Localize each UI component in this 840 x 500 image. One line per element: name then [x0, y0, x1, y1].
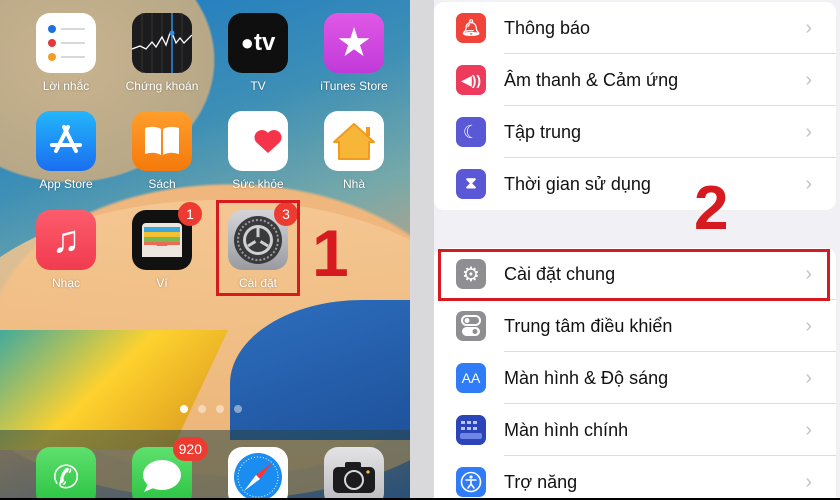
wallet-icon: 1 — [132, 202, 202, 270]
chevron-right-icon: › — [805, 366, 812, 389]
settings-row-notifications[interactable]: 🔔︎ Thông báo › — [434, 2, 836, 54]
toggles-icon — [456, 311, 486, 341]
dock-app-camera[interactable] — [318, 447, 390, 498]
settings-group-notifications: 🔔︎ Thông báo › ◀)) Âm thanh & Cảm ứng › … — [434, 2, 836, 210]
messages-icon: 920 — [132, 437, 208, 498]
settings-row-accessibility[interactable]: Trợ năng › — [434, 456, 836, 500]
row-label: Thông báo — [504, 17, 591, 38]
app-label: iTunes Store — [320, 79, 388, 93]
app-label: Lời nhắc — [42, 79, 90, 93]
app-label: Sách — [148, 177, 176, 191]
app-home[interactable]: Nhà — [318, 111, 390, 191]
sound-icon: ◀)) — [456, 65, 486, 95]
app-health[interactable]: Sức khỏe — [222, 111, 294, 191]
apple-tv-icon: ● tv — [228, 13, 288, 73]
highlight-box-general-settings — [438, 249, 830, 301]
row-label: Màn hình & Độ sáng — [504, 367, 669, 388]
divider — [410, 0, 434, 498]
chevron-right-icon: › — [805, 120, 812, 143]
row-label: Trung tâm điều khiển — [504, 315, 673, 336]
row-label: Tập trung — [504, 121, 582, 142]
home-screen: Lời nhắc Chứng khoán ● tv TV ★ iTunes Sto… — [0, 0, 410, 498]
accessibility-icon — [456, 467, 486, 497]
app-label: Sức khỏe — [232, 177, 284, 191]
chevron-right-icon: › — [805, 418, 812, 441]
app-label: Nhạc — [51, 276, 80, 290]
settings-row-control-center[interactable]: Trung tâm điều khiển › — [434, 300, 836, 352]
app-books[interactable]: Sách — [126, 111, 198, 191]
settings-row-focus[interactable]: ☾ Tập trung › — [434, 106, 836, 158]
app-label: Nhà — [342, 177, 365, 191]
app-wallet[interactable]: 1 Ví — [126, 202, 202, 290]
health-icon — [228, 111, 288, 171]
app-label: Chứng khoán — [125, 79, 199, 93]
reminders-icon — [36, 13, 96, 73]
books-icon — [132, 111, 192, 171]
app-store-icon — [36, 111, 96, 171]
settings-row-screen-time[interactable]: ⧗ Thời gian sử dụng › — [434, 158, 836, 210]
page-dot[interactable] — [216, 405, 224, 413]
app-itunes-store[interactable]: ★ iTunes Store — [318, 13, 390, 93]
text-size-icon: AA — [456, 363, 486, 393]
apple-logo-icon: ● — [240, 30, 254, 55]
settings-row-home-screen[interactable]: Màn hình chính › — [434, 404, 836, 456]
page-dot[interactable] — [234, 405, 242, 413]
row-label: Trợ năng — [504, 471, 578, 492]
app-label: App Store — [39, 177, 93, 191]
page-indicator[interactable] — [180, 405, 242, 413]
app-tv[interactable]: ● tv TV — [222, 13, 294, 93]
safari-icon — [228, 447, 288, 498]
app-label: TV — [250, 79, 266, 93]
highlight-box-settings-app — [216, 200, 300, 296]
home-icon — [324, 111, 384, 171]
notification-badge: 920 — [172, 437, 208, 461]
stocks-icon — [132, 13, 192, 73]
app-label: Ví — [156, 276, 168, 290]
chevron-right-icon: › — [805, 16, 812, 39]
moon-icon: ☾ — [456, 117, 486, 147]
notification-badge: 1 — [178, 202, 202, 226]
dock: ✆ 920 — [0, 430, 410, 498]
app-app-store[interactable]: App Store — [30, 111, 102, 191]
row-label: Thời gian sử dụng — [504, 173, 651, 194]
app-music[interactable]: ♫ Nhạc — [30, 210, 102, 290]
dock-app-safari[interactable] — [222, 447, 294, 498]
page-dot[interactable] — [180, 405, 188, 413]
dock-app-messages[interactable]: 920 — [126, 437, 208, 498]
chevron-right-icon: › — [805, 470, 812, 493]
camera-icon — [324, 447, 384, 498]
chevron-right-icon: › — [805, 68, 812, 91]
itunes-store-icon: ★ — [324, 13, 384, 73]
phone-icon: ✆ — [36, 447, 96, 498]
app-reminders[interactable]: Lời nhắc — [30, 13, 102, 93]
music-icon: ♫ — [36, 210, 96, 270]
row-label: Màn hình chính — [504, 419, 629, 440]
hourglass-icon: ⧗ — [456, 169, 486, 199]
row-label: Âm thanh & Cảm ứng — [504, 69, 679, 90]
home-screen-grid-icon — [456, 415, 486, 445]
page-dot[interactable] — [198, 405, 206, 413]
chevron-right-icon: › — [805, 172, 812, 195]
notifications-icon: 🔔︎ — [456, 13, 486, 43]
dock-app-phone[interactable]: ✆ — [30, 447, 102, 498]
chevron-right-icon: › — [805, 314, 812, 337]
settings-row-sound[interactable]: ◀)) Âm thanh & Cảm ứng › — [434, 54, 836, 106]
app-stocks[interactable]: Chứng khoán — [126, 13, 198, 93]
step-number-2: 2 — [694, 174, 729, 243]
step-number-1: 1 — [312, 216, 349, 290]
settings-row-display-brightness[interactable]: AA Màn hình & Độ sáng › — [434, 352, 836, 404]
settings-screen: 🔔︎ Thông báo › ◀)) Âm thanh & Cảm ứng › … — [434, 0, 840, 500]
